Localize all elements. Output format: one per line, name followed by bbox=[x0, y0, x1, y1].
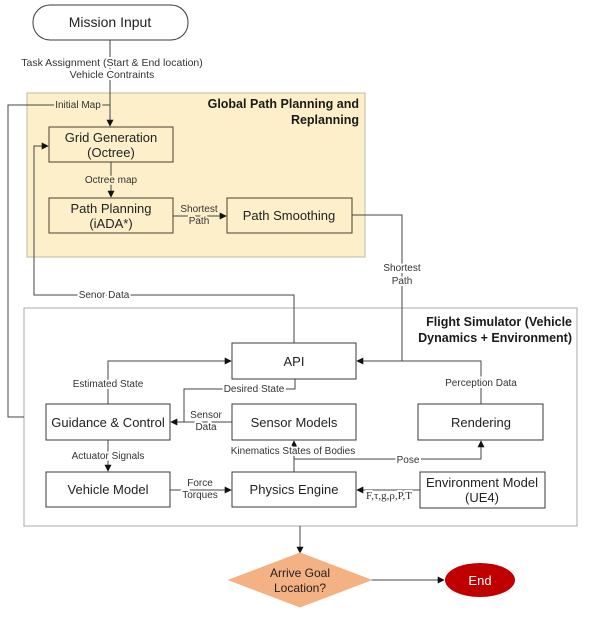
global-group-title-line1: Global Path Planning and bbox=[208, 97, 359, 111]
mission-input-label: Mission Input bbox=[69, 14, 152, 30]
end-node: End bbox=[445, 563, 515, 597]
global-group-title-line2: Replanning bbox=[291, 113, 359, 127]
sensor-data-label-line2: Data bbox=[195, 422, 217, 433]
rendering-label: Rendering bbox=[451, 415, 511, 430]
initial-map-label: Initial Map bbox=[55, 100, 101, 111]
environment-forces-label: F,τ,g,ρ,P,T bbox=[366, 490, 412, 502]
task-assignment-label-line2: Vehicle Contraints bbox=[70, 69, 155, 81]
end-label: End bbox=[468, 573, 491, 588]
desired-state-label: Desired State bbox=[224, 384, 285, 395]
octree-map-label: Octree map bbox=[85, 175, 138, 186]
perception-data-label: Perception Data bbox=[445, 378, 517, 389]
vehicle-model-label: Vehicle Model bbox=[68, 482, 149, 497]
environment-model-label-line1: Environment Model bbox=[426, 475, 538, 490]
shortest-path-label-line2: Path bbox=[189, 216, 210, 227]
environment-model-label-line2: (UE4) bbox=[465, 490, 499, 505]
pose-label: Pose bbox=[397, 455, 420, 466]
api-label: API bbox=[284, 354, 305, 369]
physics-engine-label: Physics Engine bbox=[250, 482, 339, 497]
api-node: API bbox=[231, 342, 357, 380]
decision-label-line2: Location? bbox=[274, 581, 326, 595]
shortest-path-output-label-line2: Path bbox=[392, 276, 413, 287]
environment-model-node: Environment Model (UE4) bbox=[419, 471, 546, 509]
actuator-signals-label: Actuator Signals bbox=[72, 451, 145, 462]
path-smoothing-node: Path Smoothing bbox=[226, 197, 353, 234]
sensor-models-node: Sensor Models bbox=[231, 403, 357, 441]
decision-label-line1: Arrive Goal bbox=[270, 566, 330, 580]
flowchart-diagram: Global Path Planning and Replanning Flig… bbox=[7, 4, 578, 608]
shortest-path-label-line1: Shortest bbox=[180, 204, 217, 215]
decision-node: Arrive Goal Location? bbox=[227, 552, 373, 608]
path-planning-label-line2: (iADA*) bbox=[89, 216, 132, 231]
shortest-path-output-label-line1: Shortest bbox=[383, 263, 420, 274]
physics-engine-node: Physics Engine bbox=[231, 471, 357, 508]
rendering-node: Rendering bbox=[417, 403, 544, 441]
flight-sim-title-line1: Flight Simulator (Vehicle bbox=[426, 315, 572, 329]
mission-input-node: Mission Input bbox=[32, 4, 189, 41]
flight-sim-title-line2: Dynamics + Environment) bbox=[418, 331, 572, 345]
guidance-control-node: Guidance & Control bbox=[45, 403, 171, 441]
senor-data-label: Senor Data bbox=[79, 290, 130, 301]
task-assignment-label-line1: Task Assignment (Start & End location) bbox=[21, 57, 203, 69]
sensor-data-label-line1: Sensor bbox=[190, 410, 222, 421]
guidance-control-label: Guidance & Control bbox=[51, 415, 165, 430]
grid-generation-label-line1: Grid Generation bbox=[65, 130, 158, 145]
kinematics-states-label: Kinematics States of Bodies bbox=[231, 446, 356, 457]
force-torques-label-line2: Torques bbox=[182, 490, 218, 501]
grid-generation-node: Grid Generation (Octree) bbox=[48, 126, 174, 163]
estimated-state-label: Estimated State bbox=[73, 379, 144, 390]
path-smoothing-label: Path Smoothing bbox=[243, 208, 336, 223]
path-planning-label-line1: Path Planning bbox=[71, 201, 152, 216]
grid-generation-label-line2: (Octree) bbox=[87, 145, 135, 160]
force-torques-label-line1: Force bbox=[187, 478, 213, 489]
sensor-models-label: Sensor Models bbox=[251, 415, 338, 430]
path-planning-node: Path Planning (iADA*) bbox=[48, 197, 174, 234]
vehicle-model-node: Vehicle Model bbox=[45, 471, 171, 508]
